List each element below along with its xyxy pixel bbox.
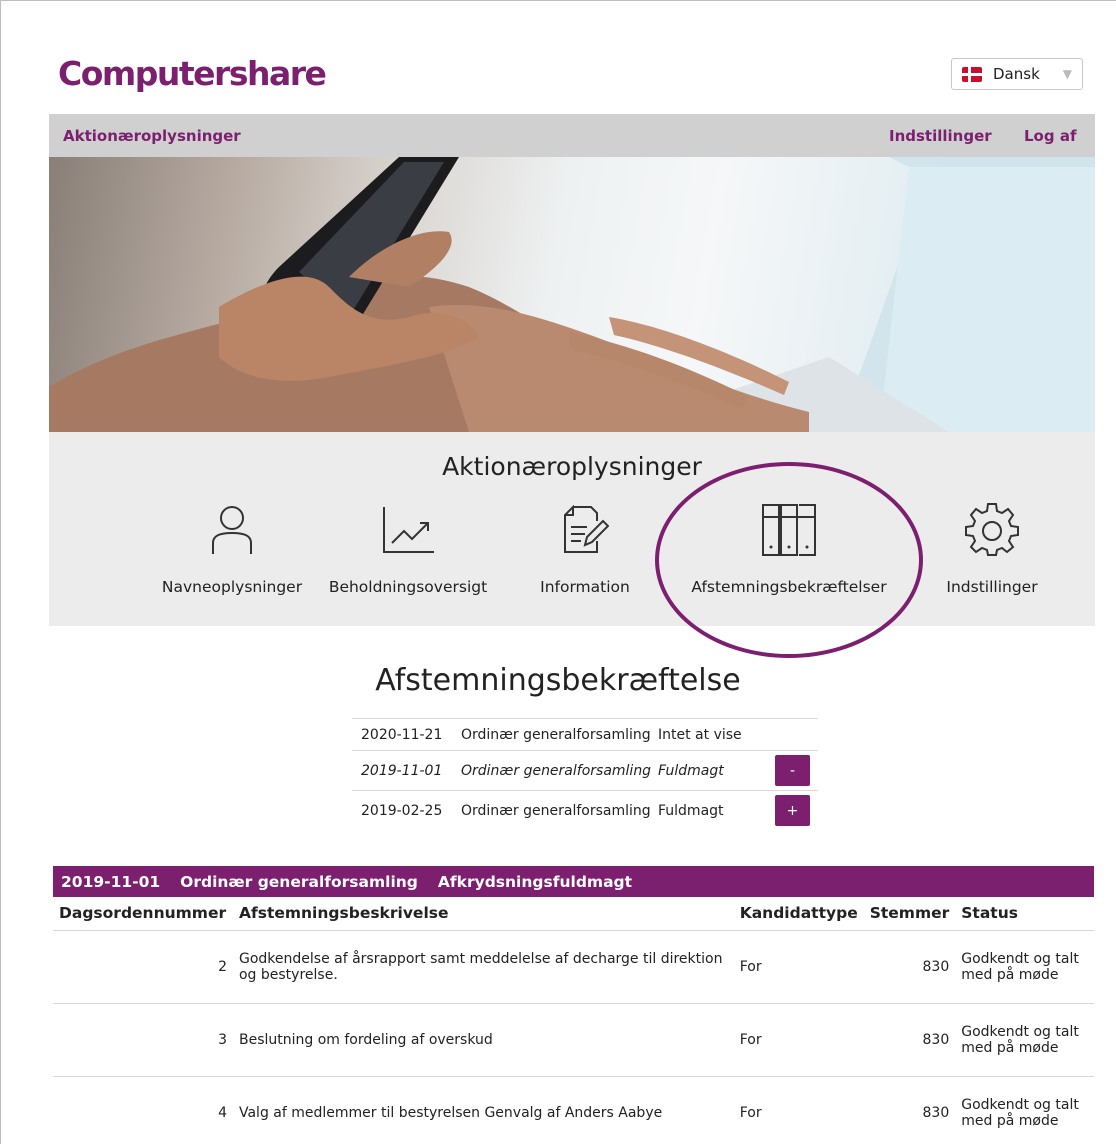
col-header-status: Status	[961, 904, 1018, 923]
nav-aktionaeroplysninger[interactable]: Aktionæroplysninger	[63, 127, 241, 145]
chart-line-icon	[312, 502, 504, 558]
vote-description: Valg af medlemmer til bestyrelsen Genval…	[232, 1075, 734, 1144]
logo-text: Computershare	[58, 54, 327, 93]
quick-link-label: Indstillinger	[946, 578, 1038, 596]
nav-settings-link[interactable]: Indstillinger	[889, 127, 992, 145]
quick-link-label: Information	[540, 578, 630, 596]
col-header-description: Afstemningsbeskrivelse	[238, 904, 449, 923]
agenda-number: 4	[53, 1075, 233, 1144]
col-header-agenda: Dagsordennummer	[59, 904, 227, 923]
votes-table: Dagsordennummer Afstemningsbeskrivelse K…	[53, 897, 1094, 1144]
collapse-button[interactable]: -	[775, 755, 810, 786]
computershare-logo[interactable]: Computershare	[58, 54, 327, 93]
quick-links-title: Aktionæroplysninger	[442, 452, 702, 481]
meeting-type: Ordinær generalforsamling	[461, 726, 651, 743]
hero-image	[49, 157, 1095, 432]
detail-type: Ordinær generalforsamling	[180, 872, 418, 891]
agenda-number: 3	[53, 1002, 233, 1076]
person-icon	[143, 502, 321, 558]
vote-status: Godkendt og talt med på møde	[955, 929, 1094, 1003]
col-header-votes: Stemmer	[869, 904, 950, 923]
denmark-flag-icon	[962, 66, 982, 82]
document-edit-icon	[527, 502, 643, 558]
meeting-row: 2019-02-25 Ordinær generalforsamling Ful…	[352, 790, 818, 830]
section-title: Afstemningsbekræftelse	[375, 663, 741, 698]
vote-count: 830	[863, 929, 956, 1003]
meeting-date: 2020-11-21	[361, 726, 443, 743]
vote-status: Godkendt og talt med på møde	[955, 1002, 1094, 1076]
meeting-type: Ordinær generalforsamling	[461, 802, 651, 819]
meeting-row: 2020-11-21 Ordinær generalforsamling Int…	[352, 718, 818, 750]
agenda-number: 2	[53, 929, 233, 1003]
meeting-status: Intet at vise	[658, 726, 742, 743]
table-row: 2 Godkendelse af årsrapport samt meddele…	[53, 929, 1094, 1003]
gear-icon	[937, 502, 1047, 558]
detail-date: 2019-11-01	[61, 872, 161, 891]
chevron-down-icon: ▼	[1062, 67, 1072, 81]
meeting-row: 2019-11-01 Ordinær generalforsamling Ful…	[352, 750, 818, 790]
col-header-candidate-type: Kandidattype	[739, 904, 858, 923]
quick-link-label: Afstemningsbekræftelser	[691, 578, 887, 596]
quick-link-label: Navneoplysninger	[161, 578, 303, 596]
nav-logout-link[interactable]: Log af	[1024, 127, 1076, 145]
candidate-type: For	[733, 929, 864, 1003]
meeting-status: Fuldmagt	[658, 802, 724, 819]
vote-count: 830	[863, 1002, 956, 1076]
vote-description: Beslutning om fordeling af overskud	[232, 1002, 734, 1076]
top-navbar: Aktionæroplysninger Indstillinger Log af	[49, 114, 1095, 157]
meeting-type: Ordinær generalforsamling	[461, 762, 652, 779]
vote-count: 830	[863, 1075, 956, 1144]
vote-description: Godkendelse af årsrapport samt meddelels…	[232, 929, 734, 1003]
ballot-box-icon	[676, 502, 902, 558]
vote-status: Godkendt og talt med på møde	[955, 1075, 1094, 1144]
quick-link-indstillinger[interactable]: Indstillinger	[937, 502, 1047, 596]
votes-table-header: Dagsordennummer Afstemningsbeskrivelse K…	[53, 897, 1094, 930]
candidate-type: For	[733, 1002, 864, 1076]
table-row: 3 Beslutning om fordeling af overskud Fo…	[53, 1002, 1094, 1076]
meeting-date: 2019-11-01	[361, 762, 443, 779]
detail-kind: Afkrydsningsfuldmagt	[437, 872, 633, 891]
meeting-status: Fuldmagt	[658, 762, 724, 779]
quick-link-beholdningsoversigt[interactable]: Beholdningsoversigt	[312, 502, 504, 596]
meetings-list: 2020-11-21 Ordinær generalforsamling Int…	[352, 718, 818, 830]
language-label: Dansk	[993, 65, 1040, 83]
language-select[interactable]: Dansk ▼	[951, 58, 1083, 90]
quick-link-afstemningsbekraeftelser[interactable]: Afstemningsbekræftelser	[676, 502, 902, 596]
quick-link-navneoplysninger[interactable]: Navneoplysninger	[143, 502, 321, 596]
candidate-type: For	[733, 1075, 864, 1144]
detail-header: 2019-11-01 Ordinær generalforsamling Afk…	[53, 866, 1094, 897]
quick-link-label: Beholdningsoversigt	[328, 578, 488, 596]
meeting-date: 2019-02-25	[361, 802, 443, 819]
quick-link-information[interactable]: Information	[527, 502, 643, 596]
table-row: 4 Valg af medlemmer til bestyrelsen Genv…	[53, 1075, 1094, 1144]
quick-links-panel: Aktionæroplysninger Navneoplysninger Beh…	[49, 432, 1095, 626]
expand-button[interactable]: +	[775, 795, 810, 826]
